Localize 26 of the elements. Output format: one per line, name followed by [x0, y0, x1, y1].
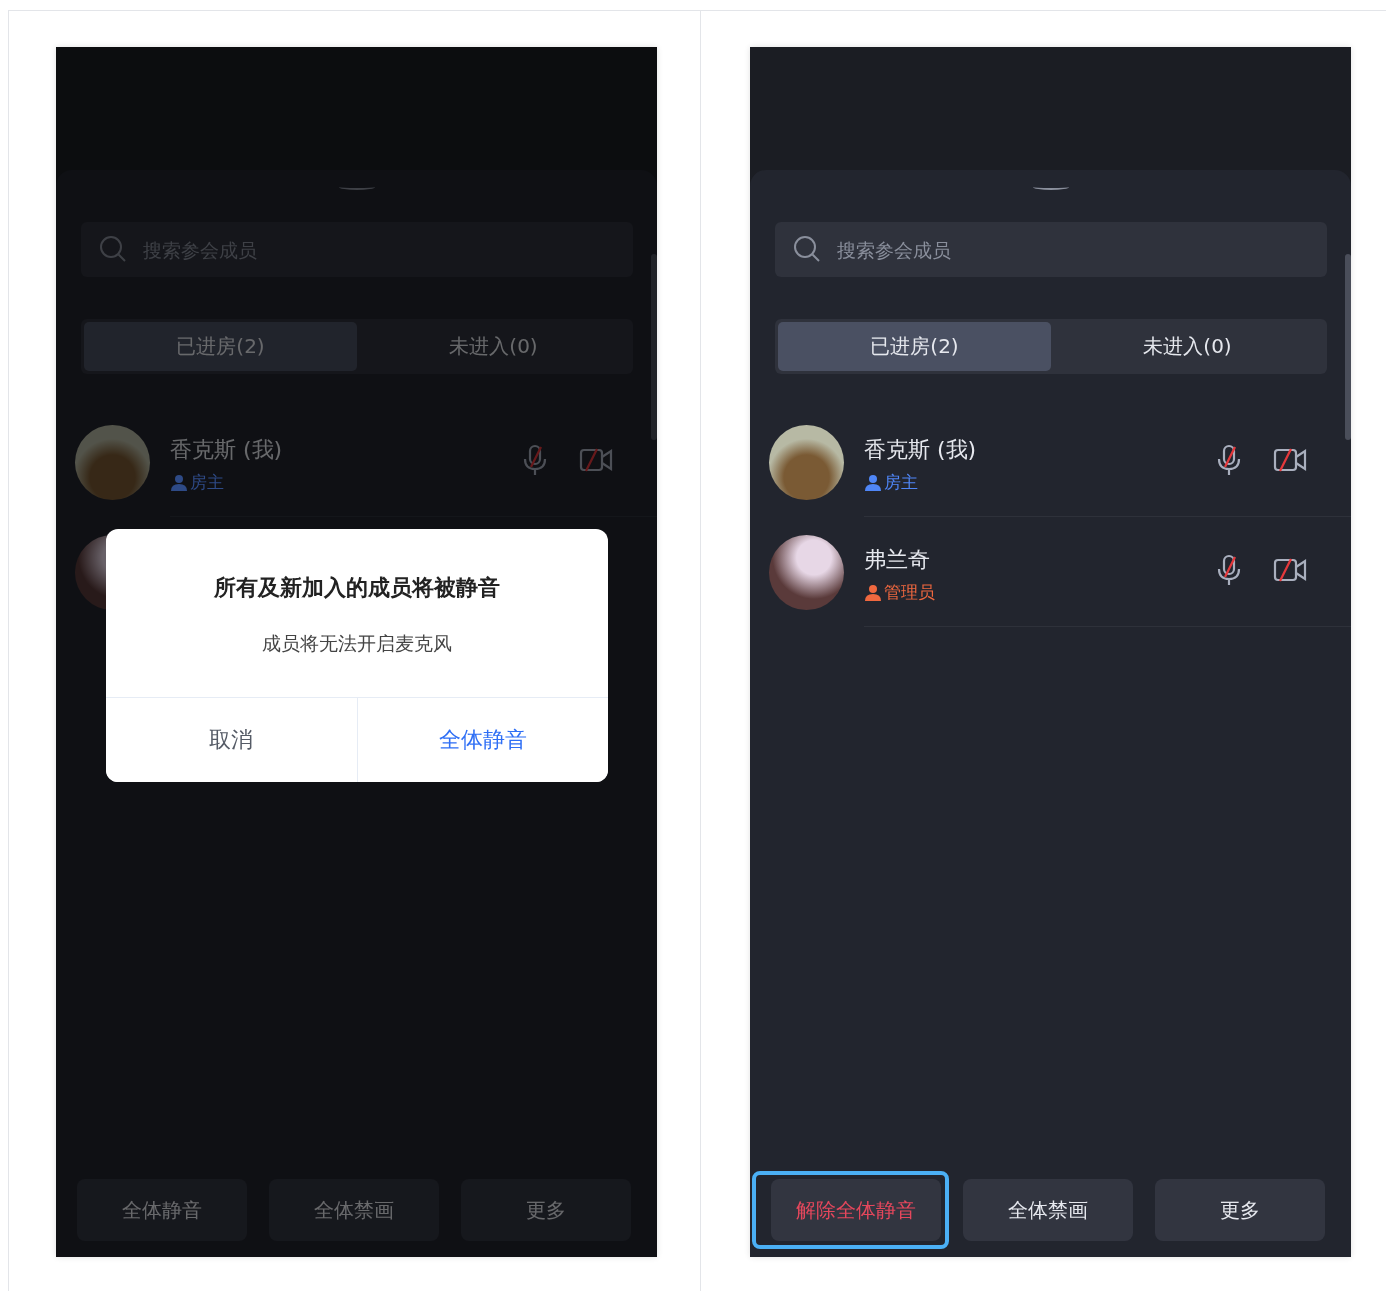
video-camera-icon[interactable] [1273, 557, 1307, 583]
dialog-message: 成员将无法开启麦克风 [261, 631, 453, 656]
dialog-title: 所有及新加入的成员将被静音 [213, 574, 501, 602]
action-button[interactable]: 更多 [1155, 1179, 1325, 1241]
member-name: 弗兰奇 [864, 546, 930, 574]
video-camera-icon[interactable] [1273, 447, 1307, 473]
tab[interactable]: 未进入(0) [1051, 322, 1324, 371]
tab[interactable]: 已进房(2) [84, 322, 357, 371]
role-badge: 房主 [170, 471, 224, 494]
scrollbar[interactable] [1345, 254, 1351, 440]
action-button[interactable]: 全体禁画 [963, 1179, 1133, 1241]
scrollbar[interactable] [651, 254, 657, 440]
action-button[interactable]: 全体静音 [77, 1179, 247, 1241]
member-name: 香克斯 (我) [864, 436, 977, 464]
role-badge: 房主 [864, 471, 918, 494]
search-icon [99, 235, 127, 263]
tab[interactable]: 已进房(2) [778, 322, 1051, 371]
search-field[interactable]: 搜索参会成员 [775, 222, 1327, 277]
member-name: 香克斯 (我) [170, 436, 283, 464]
search-icon [793, 235, 821, 263]
role-badge: 管理员 [864, 581, 935, 604]
confirm-button[interactable]: 全体静音 [356, 698, 608, 782]
tab[interactable]: 未进入(0) [357, 322, 630, 371]
action-button[interactable]: 解除全体静音 [771, 1179, 941, 1241]
action-button[interactable]: 全体禁画 [269, 1179, 439, 1241]
action-button[interactable]: 更多 [461, 1179, 631, 1241]
